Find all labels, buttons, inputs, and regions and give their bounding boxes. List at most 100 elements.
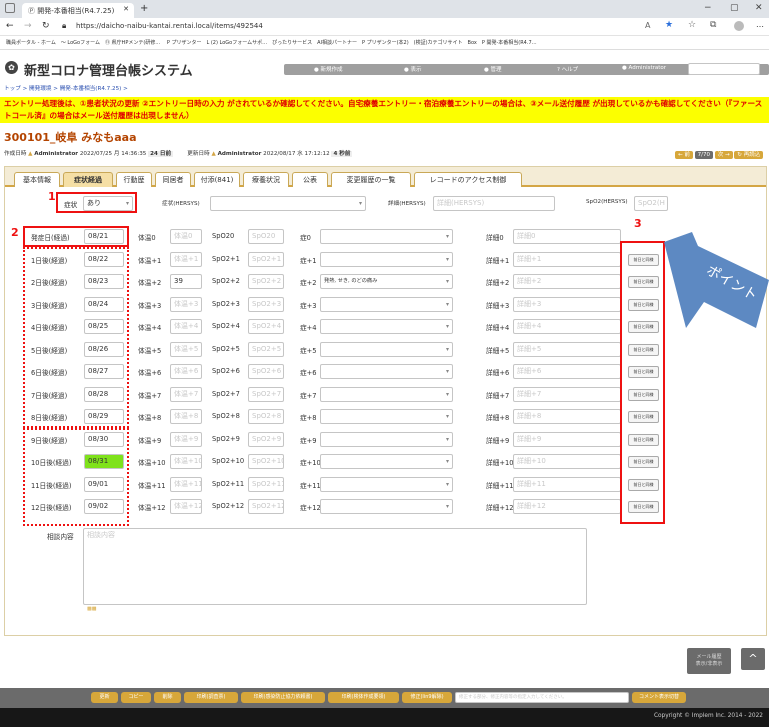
update-button[interactable]: 更新 — [91, 692, 118, 703]
spo2-input[interactable]: SpO2+9 — [248, 432, 284, 447]
tab-attendant[interactable]: 付添(841) — [194, 172, 240, 187]
symptom-day-select[interactable]: 発熱, せき, のどの痛み — [320, 274, 453, 289]
detail-hersys-input[interactable]: 詳細(HERSYS) — [433, 196, 555, 211]
detail-input[interactable]: 詳細+12 — [513, 499, 621, 514]
menu-user[interactable]: ● Administrator — [622, 65, 666, 71]
minimize-icon[interactable]: − — [704, 3, 712, 13]
spo2-input[interactable]: SpO20 — [248, 229, 284, 244]
symptom-day-select[interactable] — [320, 364, 453, 379]
favorites-icon[interactable]: ☆ — [688, 20, 696, 30]
detail-input[interactable]: 詳細+3 — [513, 297, 621, 312]
breadcrumb-site[interactable]: 開発-本番相当(R4.7.25) — [60, 86, 122, 92]
fix-button[interactable]: 修正(lin9解除) — [402, 692, 452, 703]
spo2-input[interactable]: SpO2+1 — [248, 252, 284, 267]
temp-input[interactable]: 体温+12 — [170, 499, 202, 514]
scroll-top-button[interactable]: ^ — [741, 648, 765, 670]
symptom-hersys-select[interactable] — [210, 196, 366, 211]
close-tab-icon[interactable]: ✕ — [123, 5, 129, 13]
temp-input[interactable]: 体温0 — [170, 229, 202, 244]
detail-input[interactable]: 詳細+6 — [513, 364, 621, 379]
spo2-input[interactable]: SpO2+4 — [248, 319, 284, 334]
print-request-button[interactable]: 印刷(感染防止協力依頼書) — [241, 692, 325, 703]
day-date[interactable]: 08/23 — [84, 274, 124, 289]
back-icon[interactable]: ← — [6, 21, 14, 31]
detail-input[interactable]: 詳細+1 — [513, 252, 621, 267]
spo2-input[interactable]: SpO2+5 — [248, 342, 284, 357]
spo2-input[interactable]: SpO2+10 — [248, 454, 284, 469]
symptom-day-select[interactable] — [320, 252, 453, 267]
same-as-prev-day-button[interactable]: 前日と同様 — [628, 321, 659, 333]
more-icon[interactable]: … — [756, 20, 764, 29]
menu-help[interactable]: ? ヘルプ — [557, 65, 578, 73]
temp-input[interactable]: 体温+10 — [170, 454, 202, 469]
temp-input[interactable]: 体温+5 — [170, 342, 202, 357]
reload-button[interactable]: ↻ 再読込 — [734, 151, 764, 159]
day-date[interactable]: 08/21 — [84, 229, 124, 244]
same-as-prev-day-button[interactable]: 前日と同様 — [628, 456, 659, 468]
symptom-day-select[interactable] — [320, 319, 453, 334]
temp-input[interactable]: 体温+11 — [170, 477, 202, 492]
day-date[interactable]: 09/02 — [84, 499, 124, 514]
day-date[interactable]: 09/01 — [84, 477, 124, 492]
temp-input[interactable]: 体温+4 — [170, 319, 202, 334]
temp-input[interactable]: 体温+1 — [170, 252, 202, 267]
day-date[interactable]: 08/22 — [84, 252, 124, 267]
spo2-hersys-input[interactable]: SpO2(H — [634, 196, 668, 211]
temp-input[interactable]: 体温+9 — [170, 432, 202, 447]
same-as-prev-day-button[interactable]: 前日と同様 — [628, 254, 659, 266]
detail-input[interactable]: 詳細+10 — [513, 454, 621, 469]
day-date[interactable]: 08/31 — [84, 454, 124, 469]
tab-action-history[interactable]: 行動歴 — [116, 172, 152, 187]
symptom-day-select[interactable] — [320, 387, 453, 402]
print-specimen-button[interactable]: 印刷(検体作成要領) — [328, 692, 399, 703]
symptom-day-select[interactable] — [320, 342, 453, 357]
forward-icon[interactable]: → — [24, 21, 32, 31]
same-as-prev-day-button[interactable]: 前日と同様 — [628, 299, 659, 311]
temp-input[interactable]: 体温+7 — [170, 387, 202, 402]
delete-button[interactable]: 削除 — [154, 692, 181, 703]
tab-recuperation[interactable]: 療養状況 — [243, 172, 289, 187]
fix-input[interactable]: 修正する部分、修正内容等の指定入力してください。 — [455, 692, 629, 703]
attachment-icon[interactable]: ▩▩ — [87, 606, 96, 612]
symptom-select[interactable]: あり — [83, 196, 133, 211]
tab-symptom-progress[interactable]: 症状経過 — [63, 172, 113, 187]
pager-prev[interactable]: ← 前 — [675, 151, 693, 159]
favorites-bar-items[interactable]: 職員ポータル - ホーム ～ LoGoフォーム ⑪ 県庁HPメンテ(研修… P … — [6, 39, 537, 46]
comment-toggle-button[interactable]: コメント表示切替 — [632, 692, 686, 703]
window-icon[interactable] — [5, 3, 15, 13]
consult-textarea[interactable]: 相談内容 — [83, 528, 587, 605]
detail-input[interactable]: 詳細+7 — [513, 387, 621, 402]
spo2-input[interactable]: SpO2+11 — [248, 477, 284, 492]
day-date[interactable]: 08/29 — [84, 409, 124, 424]
menu-new[interactable]: ● 新規作成 — [314, 65, 343, 73]
copy-button[interactable]: コピー — [121, 692, 151, 703]
restore-icon[interactable]: ▢ — [730, 3, 739, 13]
menu-manage[interactable]: ● 管理 — [484, 65, 502, 73]
tab-publication[interactable]: 公表 — [292, 172, 328, 187]
same-as-prev-day-button[interactable]: 前日と同様 — [628, 479, 659, 491]
spo2-input[interactable]: SpO2+7 — [248, 387, 284, 402]
mail-history-toggle[interactable]: メール履歴 表示/非表示 — [687, 648, 731, 674]
detail-input[interactable]: 詳細+8 — [513, 409, 621, 424]
detail-input[interactable]: 詳細0 — [513, 229, 621, 244]
temp-input[interactable]: 体温+6 — [170, 364, 202, 379]
same-as-prev-day-button[interactable]: 前日と同様 — [628, 411, 659, 423]
tab-change-history[interactable]: 変更履歴の一覧 — [331, 172, 411, 187]
read-aloud-icon[interactable]: A — [645, 21, 650, 30]
detail-input[interactable]: 詳細+2 — [513, 274, 621, 289]
close-window-icon[interactable]: ✕ — [755, 3, 763, 13]
browser-tab[interactable]: Ⓟ 開発-本番相当(R4.7.25) ✕ — [22, 3, 134, 18]
breadcrumb-env[interactable]: 開発環境 — [29, 86, 51, 92]
reload-icon[interactable]: ↻ — [42, 21, 50, 31]
spo2-input[interactable]: SpO2+6 — [248, 364, 284, 379]
search-input[interactable]: 検索 — [688, 63, 760, 75]
same-as-prev-day-button[interactable]: 前日と同様 — [628, 276, 659, 288]
same-as-prev-day-button[interactable]: 前日と同様 — [628, 434, 659, 446]
spo2-input[interactable]: SpO2+2 — [248, 274, 284, 289]
day-date[interactable]: 08/28 — [84, 387, 124, 402]
print-survey-button[interactable]: 印刷(調査票) — [184, 692, 238, 703]
day-date[interactable]: 08/30 — [84, 432, 124, 447]
day-date[interactable]: 08/24 — [84, 297, 124, 312]
collections-icon[interactable]: ⧉ — [710, 20, 716, 30]
detail-input[interactable]: 詳細+4 — [513, 319, 621, 334]
